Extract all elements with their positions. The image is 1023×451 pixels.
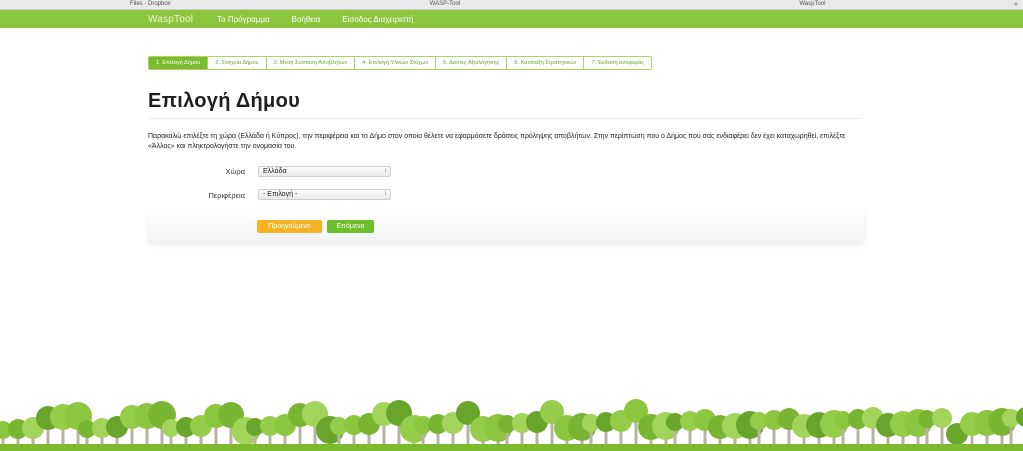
select-arrows-icon: ↕ bbox=[384, 168, 387, 174]
next-button[interactable]: Επόμενο bbox=[327, 220, 374, 233]
title-divider bbox=[148, 118, 862, 119]
form-actions-band bbox=[148, 210, 864, 242]
previous-button[interactable]: Προηγούμενο bbox=[257, 220, 322, 233]
brand-logo[interactable]: WaspTool bbox=[148, 14, 193, 25]
step-evaluation-indicators[interactable]: 5. Δείκτες Αξιολόγησης bbox=[436, 57, 508, 69]
region-select[interactable]: - Επιλογή - ↕ bbox=[258, 189, 391, 200]
nav-item-admin-login[interactable]: Είσοδος Διαχειριστή bbox=[342, 15, 413, 24]
step-select-municipality[interactable]: 1. Επιλογή Δήμου bbox=[149, 57, 209, 69]
browser-tab-wasp-tool[interactable]: WASP-Tool bbox=[340, 0, 640, 9]
region-select-value: - Επιλογή - bbox=[263, 191, 298, 198]
forest-footer-illustration bbox=[0, 399, 1023, 451]
nav-item-program[interactable]: Το Πρόγραμμα bbox=[217, 15, 269, 24]
country-select-value: Ελλάδα bbox=[263, 168, 287, 175]
step-strategy-ranking[interactable]: 6. Κατάταξη Στρατηγικών bbox=[507, 57, 585, 69]
new-tab-icon[interactable]: + bbox=[1009, 0, 1023, 9]
step-waste-composition[interactable]: 3. Μέση Σύσταση Αποβλήτων bbox=[267, 57, 356, 69]
browser-tab-wasptool[interactable]: WaspTool bbox=[639, 0, 1009, 9]
intro-text: Παρακαλώ επιλέξτε τη χώρα (Ελλάδα ή Κύπρ… bbox=[148, 133, 846, 150]
browser-tab-dropbox[interactable]: Files - Dropbox bbox=[0, 0, 340, 9]
ground-strip bbox=[0, 444, 1023, 451]
page-title: Επιλογή Δήμου bbox=[148, 90, 301, 112]
top-navbar: WaspTool Το Πρόγραμμα Βοήθεια Είσοδος Δι… bbox=[0, 10, 1023, 28]
country-select[interactable]: Ελλάδα ↕ bbox=[258, 166, 391, 177]
step-report[interactable]: 7. Έκδοση αναφοράς bbox=[584, 57, 651, 69]
step-municipality-details[interactable]: 2. Στοιχεία Δήμου bbox=[208, 57, 267, 69]
tree-crown bbox=[932, 408, 952, 428]
region-label: Περιφέρεια bbox=[208, 191, 245, 200]
step-target-materials[interactable]: 4. Επιλογή Υλικών Στόχων bbox=[355, 57, 437, 69]
browser-tab-strip: Files - Dropbox WASP-Tool WaspTool + bbox=[0, 0, 1023, 10]
country-label: Χώρα bbox=[225, 167, 245, 176]
nav-item-help[interactable]: Βοήθεια bbox=[292, 15, 321, 24]
select-arrows-icon: ↕ bbox=[384, 191, 387, 197]
wizard-steps: 1. Επιλογή Δήμου 2. Στοιχεία Δήμου 3. Μέ… bbox=[148, 56, 653, 70]
